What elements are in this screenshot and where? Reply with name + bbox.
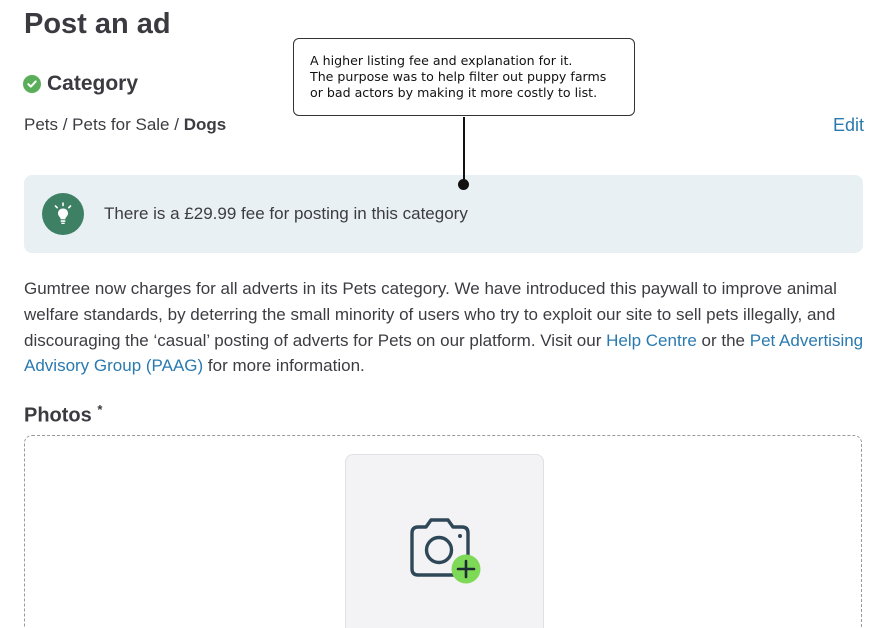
annotation-pointer-dot (458, 179, 469, 190)
photo-upload-area[interactable] (24, 435, 862, 628)
add-photo-button[interactable] (345, 454, 544, 628)
required-marker: * (97, 402, 103, 417)
category-heading: Category (23, 72, 138, 96)
photos-heading: Photos * (24, 402, 102, 428)
post-ad-page: Post an ad Category Pets / Pets for Sale… (0, 0, 891, 628)
pets-fee-explanation: Gumtree now charges for all adverts in i… (24, 276, 869, 379)
annotation-callout: A higher listing fee and explanation for… (293, 38, 635, 116)
annotation-line-2: The purpose was to help filter out puppy… (310, 69, 607, 84)
annotation-line-3: or bad actors by making it more costly t… (310, 85, 598, 100)
explanation-connector: or the (696, 330, 750, 350)
check-circle-icon (23, 75, 41, 93)
page-title: Post an ad (24, 8, 171, 40)
annotation-pointer-line (463, 117, 465, 183)
category-breadcrumb: Pets / Pets for Sale / Dogs (24, 115, 226, 135)
camera-add-icon (408, 517, 490, 592)
lightbulb-icon (42, 193, 84, 235)
fee-banner: There is a £29.99 fee for posting in thi… (24, 175, 863, 253)
explanation-ending: for more information. (203, 356, 365, 376)
edit-category-link[interactable]: Edit (833, 115, 864, 136)
photos-label: Photos (24, 404, 92, 427)
breadcrumb-current: Dogs (183, 115, 227, 134)
category-label: Category (47, 72, 139, 95)
help-centre-link[interactable]: Help Centre (606, 331, 697, 350)
fee-notice-text: There is a £29.99 fee for posting in thi… (104, 204, 468, 223)
annotation-line-1: A higher listing fee and explanation for… (310, 53, 573, 68)
breadcrumb-path: Pets / Pets for Sale / (24, 115, 184, 134)
